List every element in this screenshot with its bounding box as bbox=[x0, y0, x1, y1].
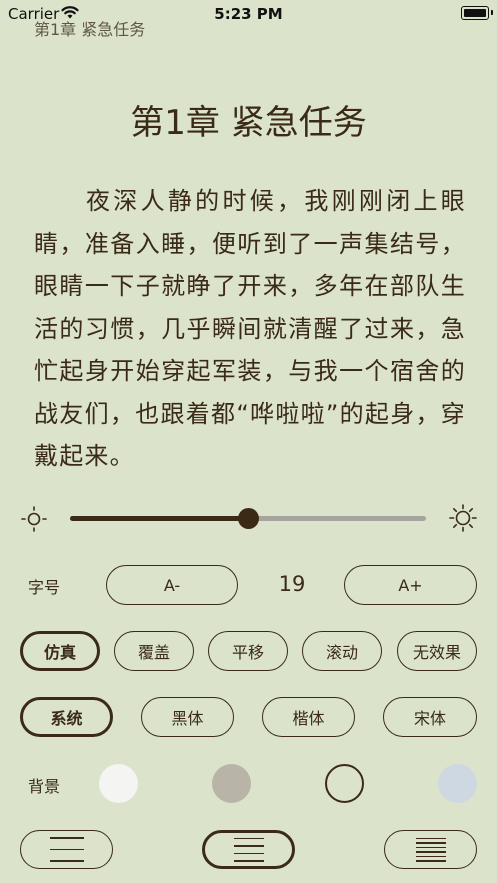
line-spacing-wide-icon bbox=[49, 832, 84, 867]
page-turn-option-simulation[interactable]: 仿真 bbox=[20, 631, 100, 671]
background-swatch-blue[interactable] bbox=[438, 764, 477, 803]
page-turn-option-label: 仿真 bbox=[43, 643, 76, 662]
typeface-option-label: 宋体 bbox=[413, 709, 446, 728]
line-spacing-medium-icon bbox=[233, 835, 264, 865]
typeface-option-kaiti[interactable]: 楷体 bbox=[262, 697, 355, 737]
page-turn-option-label: 无效果 bbox=[412, 643, 461, 662]
page-turn-option-scroll[interactable]: 滚动 bbox=[302, 631, 382, 671]
chapter-title: 第1章 紧急任务 bbox=[130, 103, 367, 143]
background-swatch-green[interactable] bbox=[325, 764, 364, 803]
background-label: 背景 bbox=[28, 777, 61, 796]
page-turn-option-slide[interactable]: 平移 bbox=[208, 631, 288, 671]
font-decrease-label: A- bbox=[163, 575, 181, 595]
font-decrease-button[interactable]: A- bbox=[106, 565, 238, 605]
running-header: 第1章 紧急任务 bbox=[34, 20, 146, 39]
line-spacing-tight-icon bbox=[415, 836, 446, 863]
sun-large-icon bbox=[449, 504, 477, 532]
line-spacing-wide-button[interactable] bbox=[20, 830, 113, 869]
typeface-option-heiti[interactable]: 黑体 bbox=[141, 697, 234, 737]
line-spacing-medium-button[interactable] bbox=[202, 830, 295, 869]
page-turn-option-none[interactable]: 无效果 bbox=[397, 631, 477, 671]
brightness-slider-fill bbox=[70, 516, 248, 521]
page-turn-option-label: 覆盖 bbox=[137, 643, 170, 662]
battery-icon bbox=[461, 6, 493, 20]
brightness-slider-thumb[interactable] bbox=[238, 508, 259, 529]
chapter-body: 夜深人静的时候，我刚刚闭上眼睛，准备入睡，便听到了一声集结号，眼睛一下子就睁了开… bbox=[34, 187, 466, 470]
typeface-option-label: 系统 bbox=[50, 709, 83, 728]
font-size-label: 字号 bbox=[28, 578, 61, 597]
typeface-option-songti[interactable]: 宋体 bbox=[383, 697, 477, 737]
typeface-option-label: 楷体 bbox=[292, 709, 325, 728]
background-swatch-white[interactable] bbox=[99, 764, 138, 803]
page-turn-option-label: 平移 bbox=[231, 643, 264, 662]
brightness-slider[interactable] bbox=[70, 508, 426, 529]
typeface-option-system[interactable]: 系统 bbox=[20, 697, 113, 737]
background-swatch-gray[interactable] bbox=[212, 764, 251, 803]
font-increase-button[interactable]: A+ bbox=[344, 565, 477, 605]
page-turn-option-cover[interactable]: 覆盖 bbox=[114, 631, 194, 671]
font-increase-label: A+ bbox=[398, 575, 423, 595]
sun-small-icon bbox=[21, 506, 47, 532]
font-size-value: 19 bbox=[278, 572, 306, 596]
line-spacing-tight-button[interactable] bbox=[384, 830, 477, 869]
typeface-option-label: 黑体 bbox=[171, 709, 204, 728]
page-turn-option-label: 滚动 bbox=[325, 643, 358, 662]
